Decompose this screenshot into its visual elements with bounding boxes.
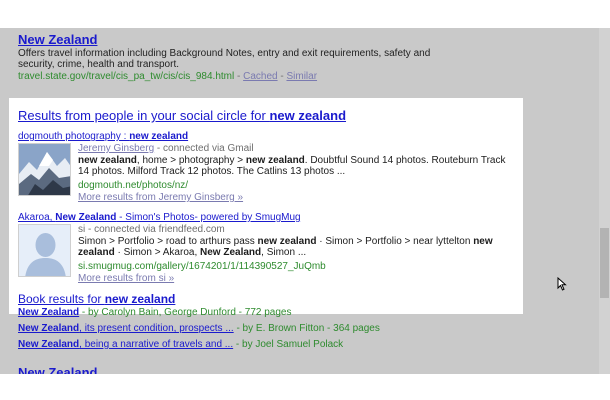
social-result-snippet: new zealand, home > photography > new ze… — [78, 155, 508, 177]
snippet-bold: new zealand — [257, 236, 317, 247]
browser-viewport: New Zealand Offers travel information in… — [0, 28, 610, 374]
social-circle-heading[interactable]: Results from people in your social circl… — [18, 108, 346, 123]
vertical-scrollbar[interactable] — [599, 28, 610, 374]
heading-query: new zealand — [104, 292, 176, 306]
book-results-heading[interactable]: Book results for new zealand — [18, 292, 175, 306]
connection-text: - connected via Gmail — [154, 143, 254, 154]
result-description: Offers travel information including Back… — [18, 48, 431, 70]
snippet-text: · Simon > Portfolio > near lyttelton — [316, 236, 474, 247]
separator: - — [234, 71, 244, 82]
heading-query: new zealand — [269, 108, 347, 123]
next-result-title-link[interactable]: New Zealand — [18, 365, 97, 374]
social-result-title[interactable]: Akaroa, New Zealand - Simon's Photos- po… — [18, 212, 301, 223]
snippet-bold: New Zealand — [200, 247, 262, 258]
book-title-bold: New Zealand — [18, 307, 80, 318]
result-title-link[interactable]: New Zealand — [18, 32, 97, 47]
book-result-row: New Zealand, being a narrative of travel… — [18, 339, 343, 350]
social-result-url: dogmouth.net/photos/nz/ — [78, 180, 189, 191]
title-text: Akaroa, — [18, 212, 56, 223]
author-link[interactable]: Jeremy Ginsberg — [78, 143, 154, 154]
snippet-text: Simon > Portfolio > road to arthurs pass — [78, 236, 258, 247]
snippet-text: · Simon > Akaroa, — [114, 247, 201, 258]
book-title-rest: , being a narrative of travels and ... — [79, 339, 234, 350]
mountain-photo-thumbnail[interactable] — [18, 143, 71, 196]
connection-text: - connected via friendfeed.com — [85, 224, 225, 235]
social-result-snippet: Simon > Portfolio > road to arthurs pass… — [78, 236, 508, 258]
cached-link[interactable]: Cached — [243, 71, 277, 82]
more-results-link[interactable]: More results from si » — [78, 273, 174, 284]
avatar[interactable] — [18, 224, 71, 277]
snippet-bold: new zealand — [78, 155, 137, 166]
user-silhouette-icon — [19, 225, 70, 276]
book-title-bold: New Zealand — [18, 339, 80, 350]
book-result-row: New Zealand, its present condition, pros… — [18, 323, 380, 334]
result-url-line: travel.state.gov/travel/cis_pa_tw/cis/ci… — [18, 71, 317, 82]
book-title-bold: New Zealand — [18, 323, 80, 334]
similar-link[interactable]: Similar — [286, 71, 317, 82]
book-author: - by Carolyn Bain, George Dunford - 772 … — [79, 307, 292, 318]
book-result-row: New Zealand - by Carolyn Bain, George Du… — [18, 307, 291, 318]
social-result-url: si.smugmug.com/gallery/1674201/1/1143905… — [78, 261, 326, 272]
more-results-link[interactable]: More results from Jeremy Ginsberg » — [78, 192, 243, 203]
book-title-link[interactable]: New Zealand, being a narrative of travel… — [18, 339, 233, 350]
social-result-meta: si - connected via friendfeed.com — [78, 224, 225, 235]
mouse-pointer-icon — [557, 276, 567, 296]
heading-text: Book results for — [18, 292, 105, 306]
title-text: - Simon's Photos- powered by SmugMug — [116, 212, 301, 223]
title-text: dogmouth photography : — [18, 131, 130, 142]
snippet-text: , Simon ... — [261, 247, 307, 258]
book-title-link[interactable]: New Zealand, its present condition, pros… — [18, 323, 234, 334]
book-title-rest: , its present condition, prospects ... — [79, 323, 234, 334]
book-author: - by Joel Samuel Polack — [233, 339, 344, 350]
social-result-title[interactable]: dogmouth photography : new zealand — [18, 131, 188, 142]
book-author: - by E. Brown Fitton - 364 pages — [233, 323, 380, 334]
book-title-link[interactable]: New Zealand — [18, 307, 79, 318]
title-bold: new zealand — [129, 131, 189, 142]
heading-text: Results from people in your social circl… — [18, 108, 270, 123]
social-result-meta: Jeremy Ginsberg - connected via Gmail — [78, 143, 254, 154]
result-url: travel.state.gov/travel/cis_pa_tw/cis/ci… — [18, 71, 235, 82]
snippet-text: , home > photography > — [136, 155, 246, 166]
scrollbar-thumb[interactable] — [600, 228, 609, 298]
title-bold: New Zealand — [55, 212, 117, 223]
snippet-bold: new zealand — [245, 155, 305, 166]
mountain-photo-image — [19, 144, 70, 195]
